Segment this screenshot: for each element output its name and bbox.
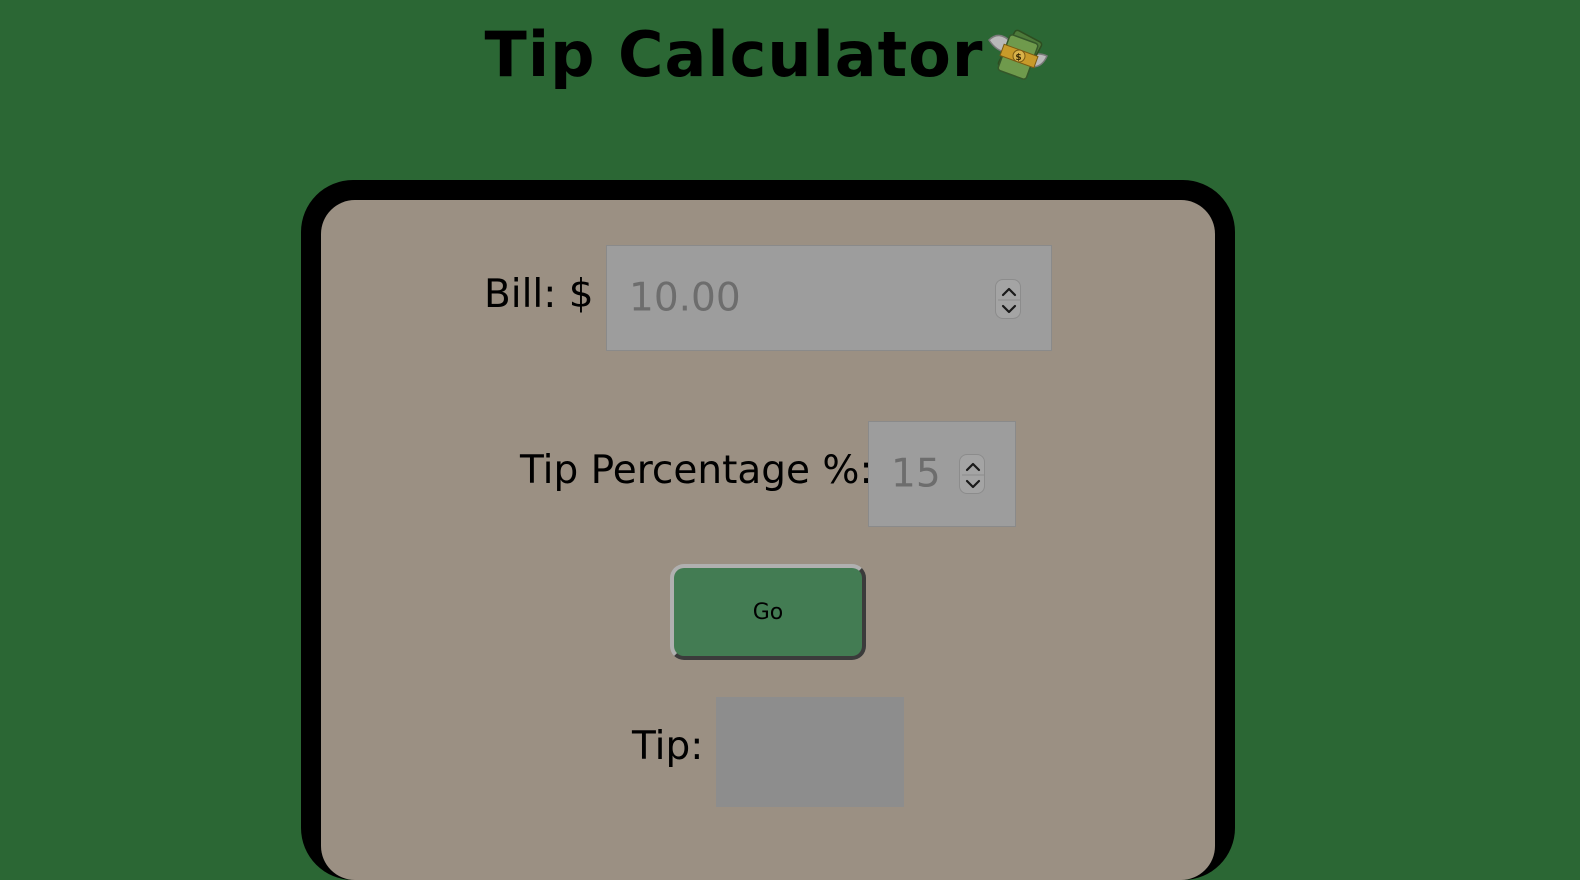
bill-spinner[interactable]	[995, 279, 1021, 319]
tip-output	[716, 697, 904, 807]
page-title: Tip Calculator $	[0, 18, 1536, 91]
go-button[interactable]: Go	[670, 564, 866, 660]
bill-input-value: 10.00	[629, 275, 741, 321]
tip-percentage-input[interactable]: 15	[868, 421, 1016, 527]
bill-label: Bill: $	[484, 272, 594, 317]
svg-text:$: $	[1016, 53, 1023, 63]
bill-input[interactable]: 10.00	[606, 245, 1052, 351]
tip-percentage-label: Tip Percentage %:	[520, 448, 873, 493]
money-with-wings-icon: $	[985, 24, 1051, 80]
tip-label: Tip:	[632, 724, 704, 769]
tip-percentage-input-value: 15	[891, 451, 941, 497]
tip-percentage-spinner[interactable]	[959, 454, 985, 494]
page-title-text: Tip Calculator	[484, 18, 984, 91]
